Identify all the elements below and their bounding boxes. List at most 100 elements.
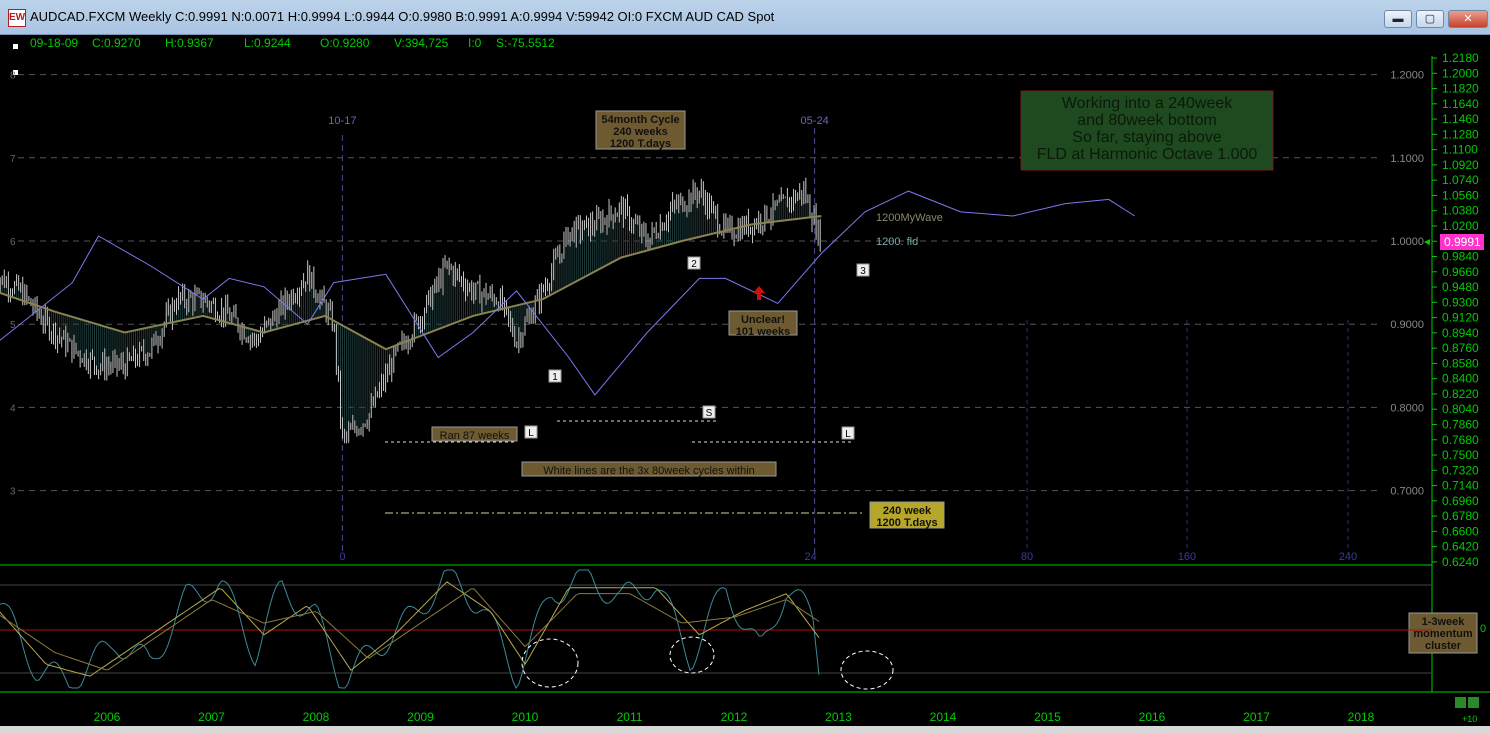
price-tick-label: 1.1100 (1442, 143, 1478, 157)
year-tick-label: 2009 (407, 710, 434, 724)
price-tick-label: 1.2180 (1442, 51, 1479, 65)
white-lines-annotation-text: White lines are the 3x 80week cycles wit… (543, 465, 755, 477)
momentum-circle (840, 650, 894, 690)
info-c: C:0.9270 (92, 36, 141, 50)
year-tick-label: 2017 (1243, 710, 1270, 724)
unclear-annotation-text: Unclear! (741, 314, 785, 326)
last-price-label: 0.9991 (1444, 235, 1481, 249)
zoom-box-icon (1468, 697, 1479, 708)
price-tick-label: 0.6600 (1442, 524, 1479, 538)
year-tick-label: 2007 (198, 710, 225, 724)
cycle-low-date: 10-17 (328, 115, 356, 127)
cycle-count-label: 160 (1178, 551, 1196, 563)
marker-l2-text: L (845, 429, 851, 440)
cycle-annotation-text: 1200 T.days (610, 138, 671, 150)
info-date: 09-18-09 (30, 36, 78, 50)
year-tick-label: 2014 (930, 710, 957, 724)
price-tick-label: 0.9300 (1442, 295, 1479, 309)
grid-level-label: 0.9000 (1390, 319, 1424, 331)
marker-s-text: S (706, 408, 713, 419)
grid-level-label: 0.7000 (1390, 486, 1424, 498)
price-tick-label: 1.0920 (1442, 158, 1479, 172)
year-tick-label: 2010 (512, 710, 539, 724)
momentum-line-2 (0, 581, 820, 677)
window-title: AUDCAD.FXCM Weekly C:0.9991 N:0.0071 H:0… (30, 9, 775, 24)
minimize-button[interactable]: ▬ (1384, 10, 1412, 28)
grid-level-label: 1.0000 (1390, 236, 1424, 248)
last-price-pointer-icon: ◄ (1422, 237, 1432, 248)
price-tick-label: 1.1820 (1442, 82, 1479, 96)
fld-line (0, 190, 1136, 396)
left-scale-label: 8 (10, 71, 16, 82)
info-l: L:0.9244 (244, 36, 291, 50)
info-s: S:-75.5512 (496, 36, 555, 50)
working-note-text: FLD at Harmonic Octave 1.000 (1037, 146, 1258, 163)
weeks-annotation-text: 240 week (883, 505, 932, 517)
price-tick-label: 0.6960 (1442, 494, 1479, 508)
mywave-line (0, 215, 822, 351)
price-tick-label: 0.7320 (1442, 463, 1479, 477)
cycle-count-label: 80 (1021, 551, 1033, 563)
price-tick-label: 1.1460 (1442, 112, 1479, 126)
price-tick-label: 0.6240 (1442, 555, 1479, 569)
working-note-text: So far, staying above (1072, 129, 1222, 146)
unclear-annotation-text: 101 weeks (736, 326, 790, 338)
price-tick-label: 1.1640 (1442, 97, 1479, 111)
price-tick-label: 0.8760 (1442, 341, 1479, 355)
working-note-text: Working into a 240week (1062, 95, 1233, 112)
left-scale-label: 4 (10, 403, 16, 414)
weeks-annotation-text: 1200 T.days (876, 517, 937, 529)
momentum-legend-text: 1-3week (1422, 616, 1466, 628)
price-tick-label: 1.1280 (1442, 127, 1479, 141)
price-tick-label: 0.8400 (1442, 372, 1479, 386)
momentum-line-3 (0, 588, 820, 671)
ran-annotation-text: Ran 87 weeks (440, 430, 510, 442)
grid-level-label: 0.8000 (1390, 402, 1424, 414)
zoom-box-icon (1455, 697, 1466, 708)
year-tick-label: 2016 (1139, 710, 1166, 724)
price-tick-label: 0.8040 (1442, 402, 1479, 416)
year-tick-label: 2015 (1034, 710, 1061, 724)
working-note-text: and 80week bottom (1077, 112, 1217, 129)
window-titlebar[interactable]: EW AUDCAD.FXCM Weekly C:0.9991 N:0.0071 … (0, 0, 1490, 35)
info-o: O:0.9280 (320, 36, 370, 50)
osc-zero-label: 0 (1480, 623, 1486, 635)
price-tick-label: 0.7860 (1442, 417, 1479, 431)
left-scale-label: 7 (10, 154, 16, 165)
year-tick-label: 2008 (303, 710, 330, 724)
year-tick-label: 2013 (825, 710, 852, 724)
price-tick-label: 1.0560 (1442, 188, 1479, 202)
price-tick-label: 1.2000 (1442, 66, 1479, 80)
year-tick-label: 2006 (94, 710, 121, 724)
price-tick-label: 0.6420 (1442, 540, 1479, 554)
left-scale-label: 3 (10, 487, 16, 498)
cycle-count-label: 24 (805, 551, 817, 563)
price-tick-label: 0.8940 (1442, 326, 1479, 340)
maximize-button[interactable]: ▢ (1416, 10, 1444, 28)
fld-label: 1200. fld (876, 236, 918, 248)
price-chart[interactable]: 09-18-09 C:0.9270 H:0.9367 L:0.9244 O:0.9280… (0, 34, 1490, 726)
year-tick-label: 2012 (721, 710, 748, 724)
momentum-legend-text: cluster (1425, 640, 1462, 652)
momentum-circle (669, 636, 715, 674)
price-tick-label: 0.9660 (1442, 265, 1479, 279)
price-tick-label: 0.8580 (1442, 356, 1479, 370)
momentum-line-1 (0, 569, 820, 690)
cycle-count-label: 240 (1339, 551, 1357, 563)
price-tick-label: 1.0740 (1442, 173, 1479, 187)
year-tick-label: 2011 (617, 710, 643, 724)
price-tick-label: 0.9480 (1442, 280, 1479, 294)
marker-3-text: 3 (860, 266, 866, 277)
panel-marker-icon (13, 44, 18, 49)
cycle-annotation-text: 240 weeks (613, 126, 667, 138)
axis-offset-label: +10 (1462, 714, 1477, 724)
horizontal-scrollbar[interactable] (0, 726, 1490, 734)
cycle-high-date: 05-24 (801, 115, 829, 127)
mywave-label: 1200MyWave (876, 212, 943, 224)
close-button[interactable]: ✕ (1448, 10, 1488, 28)
price-tick-label: 0.9840 (1442, 250, 1479, 264)
price-tick-label: 0.7500 (1442, 448, 1479, 462)
app-icon: EW (8, 9, 26, 27)
red-arrow-icon (753, 286, 765, 300)
price-tick-label: 1.0200 (1442, 219, 1479, 233)
